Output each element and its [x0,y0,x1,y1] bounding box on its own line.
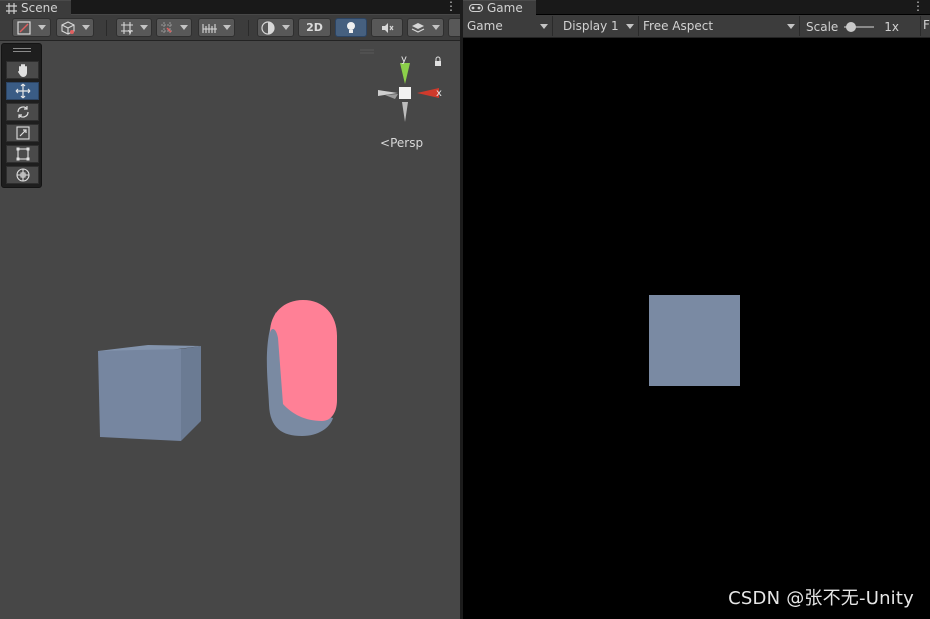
game-view-select-value: Game [467,19,503,33]
game-view-select[interactable]: Game [463,16,553,36]
aspect-select[interactable]: Free Aspect [639,16,800,36]
persp-label: Persp [390,136,424,150]
scale-value: 1x [884,20,900,34]
gizmo-y-axis-cone[interactable] [400,63,410,84]
game-tab-label: Game [487,1,523,15]
scene-viewport[interactable]: y x [0,0,460,619]
gizmo-drag-handle[interactable] [360,49,374,54]
display-select-value: Display 1 [563,19,619,33]
tab-game[interactable]: Game [463,0,536,15]
scene-cube[interactable] [98,345,201,441]
perspective-icon: < [380,136,391,150]
chevron-down-icon [787,23,795,29]
scene-capsule[interactable] [266,300,337,436]
scale-slider[interactable] [844,21,875,33]
game-tab-menu-icon[interactable]: ⋮ [912,0,924,12]
projection-toggle[interactable]: <Persp [380,136,423,150]
display-select[interactable]: Display 1 [559,16,639,36]
toolbar-separator [920,16,921,36]
gizmo-neg-y-cone[interactable] [402,102,408,122]
lock-icon[interactable] [435,56,441,66]
gizmo-x-label: x [436,88,442,99]
aspect-select-value: Free Aspect [643,19,714,33]
gizmo-y-label: y [401,54,407,65]
game-panel: Game ⋮ Game Display 1 Free Aspect Scale … [463,0,930,619]
game-toolbar: Game Display 1 Free Aspect Scale 1x F [463,15,930,38]
chevron-down-icon [540,23,548,29]
scene-panel: Scene ⋮ y 2D y x <Persp [0,0,460,619]
scale-slider-thumb[interactable] [846,22,857,32]
game-cube-render [649,295,740,386]
gizmo-center-cube[interactable] [399,87,411,99]
watermark-text: CSDN @张不无-Unity [728,588,914,609]
overflow-menu-stub[interactable]: F [923,18,930,32]
scale-control: Scale 1x [806,18,899,36]
chevron-down-icon [626,23,634,29]
game-tab-icon [469,3,483,13]
gizmo-z-cone [385,94,398,99]
scale-label: Scale [806,20,839,34]
orientation-gizmo[interactable]: y x [360,49,442,122]
